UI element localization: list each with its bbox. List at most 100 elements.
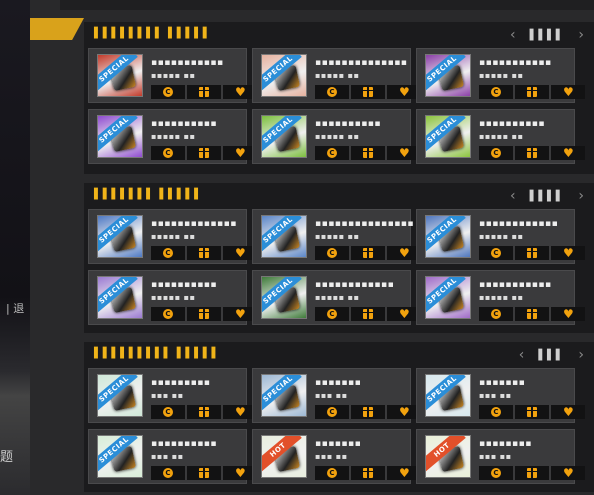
item-thumbnail[interactable]: HOT [425, 435, 471, 478]
item-title: ▪▪▪▪▪▪▪▪▪▪ [315, 119, 381, 129]
gift-button[interactable] [351, 307, 385, 321]
gift-icon [199, 309, 209, 319]
buy-coin-button[interactable]: C [315, 405, 349, 419]
item-thumbnail[interactable]: SPECIAL [261, 276, 307, 319]
buy-coin-button[interactable]: C [151, 405, 185, 419]
next-page-button[interactable]: › [578, 27, 584, 43]
gift-button[interactable] [515, 246, 549, 260]
item-thumbnail[interactable]: SPECIAL [425, 54, 471, 97]
item-card[interactable]: SPECIAL ▪▪▪▪▪▪▪▪▪▪▪▪▪▪▪ ▪▪▪▪▪ ▪▪ C ♥ [252, 209, 421, 264]
coin-icon: C [491, 87, 501, 97]
item-card[interactable]: HOT ▪▪▪▪▪▪▪ ▪▪▪ ▪▪ C ♥ [252, 429, 421, 484]
item-thumbnail[interactable]: SPECIAL [261, 215, 307, 258]
gift-button[interactable] [187, 307, 221, 321]
item-thumbnail[interactable]: SPECIAL [425, 276, 471, 319]
item-card[interactable]: SPECIAL ▪▪▪▪▪▪▪▪▪▪ ▪▪▪▪▪ ▪▪ C ♥ [252, 109, 421, 164]
item-card[interactable]: HOT ▪▪▪▪▪▪▪▪ ▪▪▪ ▪▪ C ♥ [416, 429, 585, 484]
gift-button[interactable] [187, 405, 221, 419]
next-page-button[interactable]: › [578, 347, 584, 363]
item-card[interactable]: SPECIAL ▪▪▪▪▪▪▪▪▪▪▪▪ ▪▪▪▪▪ ▪▪ C ♥ [252, 270, 421, 325]
item-actions: C ♥ [151, 146, 257, 160]
favorite-button[interactable]: ♥ [551, 466, 585, 480]
buy-coin-button[interactable]: C [315, 307, 349, 321]
favorite-button[interactable]: ♥ [551, 246, 585, 260]
section-title: ▌▌▌▌▌▌▌ ▌▌▌▌▌ [94, 189, 203, 200]
item-subtitle: ▪▪▪▪▪ ▪▪ [151, 293, 196, 302]
item-thumbnail[interactable]: SPECIAL [425, 374, 471, 417]
buy-coin-button[interactable]: C [479, 405, 513, 419]
favorite-button[interactable]: ♥ [551, 405, 585, 419]
section-title: ▌▌▌▌▌▌▌▌ ▌▌▌▌▌ [94, 28, 212, 39]
item-title: ▪▪▪▪▪▪▪▪▪▪ [151, 119, 217, 129]
gift-button[interactable] [187, 85, 221, 99]
gift-button[interactable] [187, 466, 221, 480]
buy-coin-button[interactable]: C [479, 146, 513, 160]
gift-button[interactable] [351, 466, 385, 480]
item-card[interactable]: SPECIAL ▪▪▪▪▪▪▪▪▪▪▪ ▪▪▪▪▪ ▪▪ C ♥ [416, 48, 585, 103]
buy-coin-button[interactable]: C [151, 307, 185, 321]
item-thumbnail[interactable]: SPECIAL [97, 276, 143, 319]
gift-button[interactable] [351, 246, 385, 260]
item-card[interactable]: SPECIAL ▪▪▪▪▪▪▪▪▪▪ ▪▪▪▪▪ ▪▪ C ♥ [88, 270, 257, 325]
gift-button[interactable] [515, 466, 549, 480]
item-card[interactable]: SPECIAL ▪▪▪▪▪▪▪ ▪▪▪ ▪▪ C ♥ [416, 368, 585, 423]
favorite-button[interactable]: ♥ [551, 85, 585, 99]
item-thumbnail[interactable]: SPECIAL [97, 215, 143, 258]
gift-button[interactable] [187, 246, 221, 260]
prev-page-button[interactable]: ‹ [510, 188, 516, 204]
gift-button[interactable] [351, 146, 385, 160]
gift-button[interactable] [515, 307, 549, 321]
gift-button[interactable] [351, 85, 385, 99]
buy-coin-button[interactable]: C [479, 85, 513, 99]
item-thumbnail[interactable]: SPECIAL [97, 54, 143, 97]
buy-coin-button[interactable]: C [479, 307, 513, 321]
gift-icon [199, 407, 209, 417]
buy-coin-button[interactable]: C [315, 146, 349, 160]
item-thumbnail[interactable]: SPECIAL [261, 54, 307, 97]
buy-coin-button[interactable]: C [151, 85, 185, 99]
item-thumbnail[interactable]: HOT [261, 435, 307, 478]
item-card[interactable]: SPECIAL ▪▪▪▪▪▪▪▪▪▪ ▪▪▪ ▪▪ C ♥ [88, 429, 257, 484]
buy-coin-button[interactable]: C [479, 466, 513, 480]
item-thumbnail[interactable]: SPECIAL [425, 115, 471, 158]
item-actions: C ♥ [315, 85, 421, 99]
item-thumbnail[interactable]: SPECIAL [97, 435, 143, 478]
gift-button[interactable] [515, 146, 549, 160]
prev-page-button[interactable]: ‹ [510, 27, 516, 43]
item-card[interactable]: SPECIAL ▪▪▪▪▪▪▪▪▪ ▪▪▪ ▪▪ C ♥ [88, 368, 257, 423]
item-card[interactable]: SPECIAL ▪▪▪▪▪▪▪▪▪▪▪ ▪▪▪▪▪ ▪▪ C ♥ [416, 270, 585, 325]
gift-button[interactable] [515, 85, 549, 99]
item-thumbnail[interactable]: SPECIAL [261, 115, 307, 158]
heart-icon: ♥ [563, 246, 574, 260]
favorite-button[interactable]: ♥ [551, 307, 585, 321]
gift-button[interactable] [351, 405, 385, 419]
item-card[interactable]: SPECIAL ▪▪▪▪▪▪▪▪▪▪▪▪▪▪ ▪▪▪▪▪ ▪▪ C ♥ [252, 48, 421, 103]
gift-button[interactable] [515, 405, 549, 419]
item-card[interactable]: SPECIAL ▪▪▪▪▪▪▪ ▪▪▪ ▪▪ C ♥ [252, 368, 421, 423]
item-thumbnail[interactable]: SPECIAL [261, 374, 307, 417]
item-card[interactable]: SPECIAL ▪▪▪▪▪▪▪▪▪▪▪ ▪▪▪▪▪ ▪▪ C ♥ [88, 48, 257, 103]
item-actions: C ♥ [151, 405, 257, 419]
gift-button[interactable] [187, 146, 221, 160]
buy-coin-button[interactable]: C [151, 246, 185, 260]
item-card[interactable]: SPECIAL ▪▪▪▪▪▪▪▪▪▪▪▪▪ ▪▪▪▪▪ ▪▪ C ♥ [88, 209, 257, 264]
buy-coin-button[interactable]: C [479, 246, 513, 260]
item-card[interactable]: SPECIAL ▪▪▪▪▪▪▪▪▪▪▪▪ ▪▪▪▪▪ ▪▪ C ♥ [416, 209, 585, 264]
shop-section: ▌▌▌▌▌▌▌▌▌ ▌▌▌▌▌ ‹ ▌▌▌ › SPECIAL ▪▪▪▪▪▪▪▪… [84, 342, 594, 492]
favorite-button[interactable]: ♥ [551, 146, 585, 160]
next-page-button[interactable]: › [578, 188, 584, 204]
item-thumbnail[interactable]: SPECIAL [97, 115, 143, 158]
buy-coin-button[interactable]: C [151, 146, 185, 160]
item-thumbnail[interactable]: SPECIAL [425, 215, 471, 258]
buy-coin-button[interactable]: C [315, 466, 349, 480]
coin-icon: C [491, 248, 501, 258]
item-card[interactable]: SPECIAL ▪▪▪▪▪▪▪▪▪▪ ▪▪▪▪▪ ▪▪ C ♥ [88, 109, 257, 164]
panel-top-bar [60, 0, 594, 10]
buy-coin-button[interactable]: C [151, 466, 185, 480]
item-title: ▪▪▪▪▪▪▪▪▪▪▪▪▪▪ [315, 58, 408, 68]
buy-coin-button[interactable]: C [315, 85, 349, 99]
prev-page-button[interactable]: ‹ [519, 347, 525, 363]
item-thumbnail[interactable]: SPECIAL [97, 374, 143, 417]
buy-coin-button[interactable]: C [315, 246, 349, 260]
item-card[interactable]: SPECIAL ▪▪▪▪▪▪▪▪▪▪ ▪▪▪▪▪ ▪▪ C ♥ [416, 109, 585, 164]
